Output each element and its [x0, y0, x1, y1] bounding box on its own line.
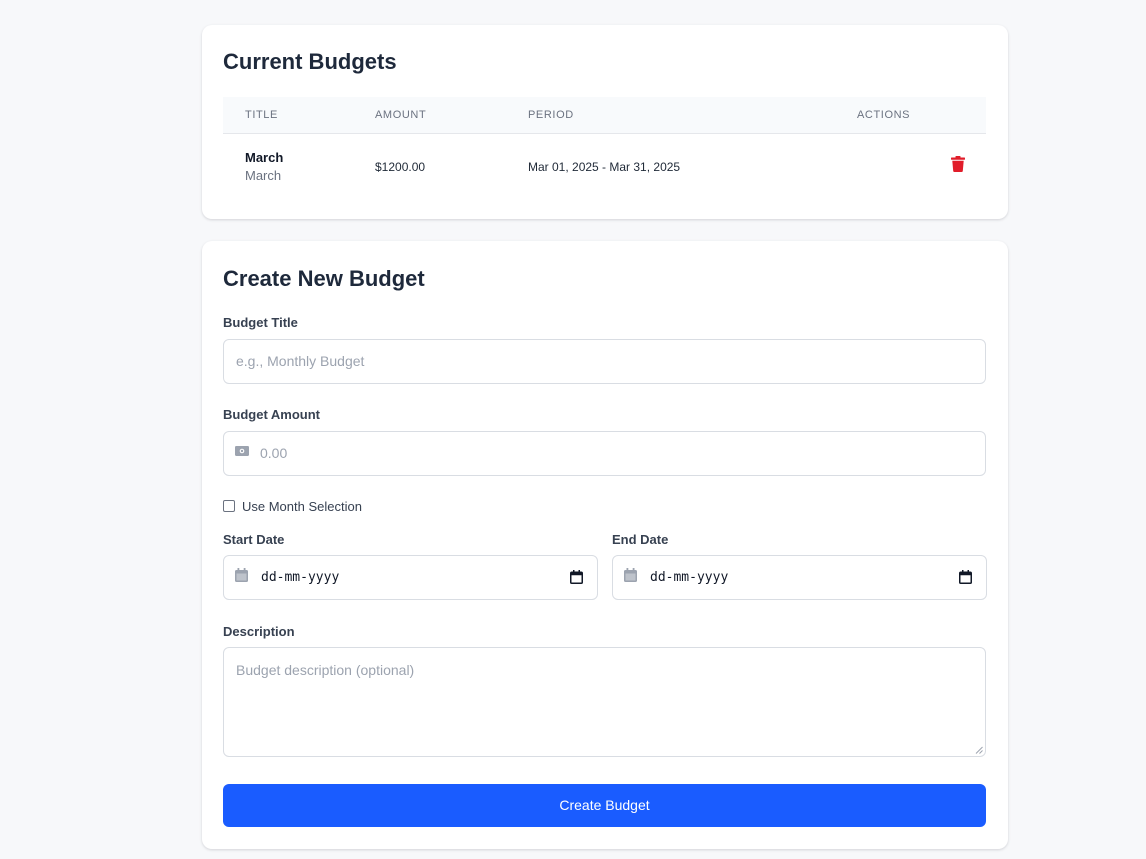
description-textarea[interactable]: Budget description (optional)	[223, 647, 986, 757]
create-budget-button[interactable]: Create Budget	[223, 784, 986, 827]
trash-icon[interactable]	[951, 156, 965, 172]
use-month-selection-checkbox[interactable]	[223, 500, 235, 512]
budgets-table-header: TITLE AMOUNT PERIOD ACTIONS	[223, 97, 986, 134]
create-budget-title: Create New Budget	[223, 266, 425, 291]
date-picker-icon[interactable]	[570, 570, 583, 584]
budget-title-input[interactable]: e.g., Monthly Budget	[223, 339, 986, 384]
create-budget-card: Create New Budget Budget Title e.g., Mon…	[202, 241, 1008, 849]
column-header-amount: AMOUNT	[375, 109, 427, 121]
budget-amount-label: Budget Amount	[223, 407, 320, 422]
description-placeholder: Budget description (optional)	[236, 662, 415, 678]
budget-row-period: Mar 01, 2025 - Mar 31, 2025	[528, 160, 681, 174]
budget-row-amount: $1200.00	[375, 160, 426, 174]
budget-amount-input[interactable]: 0.00	[223, 431, 986, 476]
budget-title-placeholder: e.g., Monthly Budget	[236, 353, 365, 369]
column-header-actions: ACTIONS	[857, 109, 911, 121]
budget-title-label: Budget Title	[223, 315, 298, 330]
current-budgets-card: Current Budgets TITLE AMOUNT PERIOD ACTI…	[202, 25, 1008, 219]
description-label: Description	[223, 624, 295, 639]
use-month-selection-label[interactable]: Use Month Selection	[242, 499, 362, 514]
end-date-input[interactable]: dd-mm-yyyy	[612, 555, 987, 600]
current-budgets-title: Current Budgets	[223, 49, 397, 74]
money-icon	[235, 446, 249, 456]
calendar-icon	[235, 568, 248, 582]
column-header-title: TITLE	[245, 109, 278, 121]
end-date-label: End Date	[612, 532, 669, 547]
end-date-value: dd-mm-yyyy	[650, 570, 729, 585]
budget-amount-placeholder: 0.00	[260, 445, 288, 461]
calendar-icon	[624, 568, 637, 582]
start-date-input[interactable]: dd-mm-yyyy	[223, 555, 598, 600]
table-row: March March $1200.00 Mar 01, 2025 - Mar …	[223, 135, 986, 199]
budget-row-title: March	[245, 150, 284, 165]
budget-row-subtitle: March	[245, 168, 282, 183]
start-date-value: dd-mm-yyyy	[261, 570, 340, 585]
start-date-label: Start Date	[223, 532, 285, 547]
column-header-period: PERIOD	[528, 109, 574, 121]
resize-handle-icon[interactable]	[975, 746, 983, 754]
date-picker-icon[interactable]	[959, 570, 972, 584]
